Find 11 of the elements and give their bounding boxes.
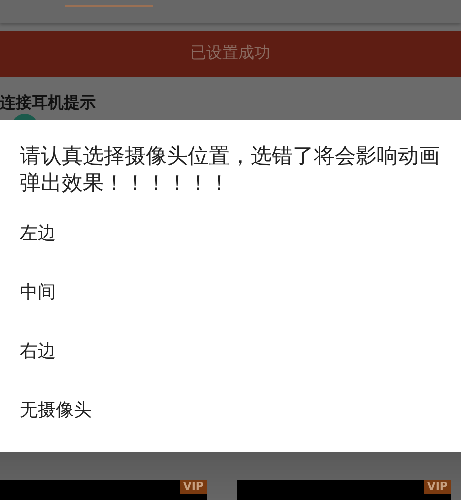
vip-badge: VIP	[424, 480, 451, 494]
thumbnail-card[interactable]: VIP	[0, 480, 207, 500]
section-title: 连接耳机提示	[0, 92, 96, 114]
dialog-message: 请认真选择摄像头位置，选错了将会影响动画弹出效果！！！！！！	[20, 143, 441, 197]
banner-text: 已设置成功	[190, 43, 270, 64]
option-item[interactable]: 中间	[20, 276, 441, 335]
vip-badge: VIP	[180, 480, 207, 494]
option-item[interactable]: 右边	[20, 335, 441, 394]
option-item[interactable]: 左边	[20, 217, 441, 276]
thumbnail-card[interactable]: VIP	[237, 480, 451, 500]
option-item[interactable]: 无摄像头	[20, 394, 441, 453]
